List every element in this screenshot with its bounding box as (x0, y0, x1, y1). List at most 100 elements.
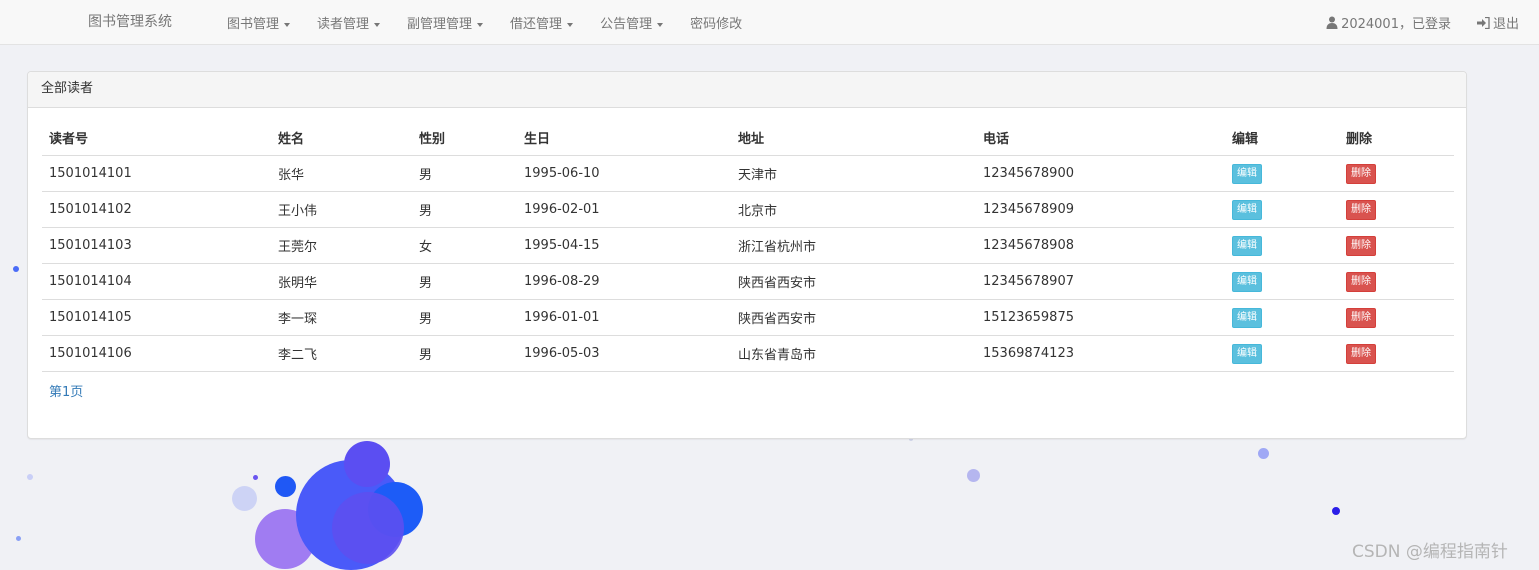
column-header-name: 姓名 (271, 120, 412, 156)
delete-button[interactable]: 删除 (1346, 199, 1376, 220)
edit-button[interactable]: 编辑 (1232, 307, 1262, 328)
caret-down-icon (657, 22, 664, 27)
cell-address: 山东省青岛市 (731, 335, 976, 372)
table-row: 1501014105 李一琛 男 1996-01-01 陕西省西安市 15123… (42, 299, 1454, 336)
cell-birthday: 1996-02-01 (517, 191, 731, 228)
cell-birthday: 1996-05-03 (517, 335, 731, 372)
menu-lending-management[interactable]: 借还管理 (510, 13, 574, 32)
cell-delete: 删除 (1339, 191, 1454, 228)
column-header-birthday: 生日 (517, 120, 731, 156)
table-header-row: 读者号 姓名 性别 生日 地址 电话 编辑 删除 (42, 120, 1454, 156)
decorative-bubble (332, 492, 404, 564)
decorative-bubble (27, 474, 33, 480)
caret-down-icon (477, 22, 484, 27)
column-header-gender: 性别 (412, 120, 517, 156)
decorative-bubble (13, 266, 19, 272)
edit-button[interactable]: 编辑 (1232, 163, 1262, 184)
cell-reader-id: 1501014103 (42, 227, 271, 264)
decorative-bubble (1332, 507, 1340, 515)
panel-title: 全部读者 (28, 72, 1466, 108)
main-menu: 图书管理 读者管理 副管理管理 借还管理 公告管理 密码修改 (227, 0, 769, 45)
cell-gender: 男 (412, 191, 517, 228)
cell-name: 王莞尔 (271, 227, 412, 264)
cell-name: 李一琛 (271, 299, 412, 336)
edit-button[interactable]: 编辑 (1232, 199, 1262, 220)
menu-sub-admin-management[interactable]: 副管理管理 (407, 13, 484, 32)
pagination-page-link[interactable]: 第1页 (49, 381, 83, 400)
readers-table: 读者号 姓名 性别 生日 地址 电话 编辑 删除 1501014101 张华 男… (42, 120, 1454, 372)
caret-down-icon (567, 22, 574, 27)
column-header-phone: 电话 (976, 120, 1225, 156)
menu-notice-management[interactable]: 公告管理 (600, 13, 664, 32)
decorative-bubble (253, 475, 258, 480)
table-row: 1501014102 王小伟 男 1996-02-01 北京市 12345678… (42, 191, 1454, 228)
decorative-bubble (967, 469, 980, 482)
decorative-bubble (1258, 448, 1269, 459)
cell-address: 北京市 (731, 191, 976, 228)
cell-phone: 12345678900 (976, 155, 1225, 192)
cell-edit: 编辑 (1225, 155, 1339, 192)
delete-button[interactable]: 删除 (1346, 343, 1376, 364)
menu-change-password[interactable]: 密码修改 (690, 13, 742, 32)
cell-delete: 删除 (1339, 263, 1454, 300)
cell-phone: 12345678909 (976, 191, 1225, 228)
logout-link[interactable]: 退出 (1476, 13, 1519, 32)
cell-reader-id: 1501014105 (42, 299, 271, 336)
cell-birthday: 1995-06-10 (517, 155, 731, 192)
cell-delete: 删除 (1339, 335, 1454, 372)
edit-button[interactable]: 编辑 (1232, 235, 1262, 256)
cell-reader-id: 1501014104 (42, 263, 271, 300)
table-row: 1501014106 李二飞 男 1996-05-03 山东省青岛市 15369… (42, 335, 1454, 372)
readers-panel: 全部读者 读者号 姓名 性别 生日 地址 电话 编辑 删除 1501014101… (27, 71, 1467, 439)
cell-edit: 编辑 (1225, 263, 1339, 300)
cell-phone: 12345678907 (976, 263, 1225, 300)
cell-gender: 男 (412, 263, 517, 300)
cell-phone: 15123659875 (976, 299, 1225, 336)
delete-button[interactable]: 删除 (1346, 163, 1376, 184)
cell-delete: 删除 (1339, 299, 1454, 336)
cell-birthday: 1996-08-29 (517, 263, 731, 300)
cell-birthday: 1996-01-01 (517, 299, 731, 336)
table-row: 1501014103 王莞尔 女 1995-04-15 浙江省杭州市 12345… (42, 227, 1454, 264)
current-user[interactable]: 2024001，已登录 (1326, 13, 1451, 32)
cell-edit: 编辑 (1225, 335, 1339, 372)
column-header-edit: 编辑 (1225, 120, 1339, 156)
top-navbar: 图书管理系统 图书管理 读者管理 副管理管理 借还管理 公告管理 密码修改 20… (0, 0, 1539, 45)
brand-title[interactable]: 图书管理系统 (88, 0, 172, 45)
cell-birthday: 1995-04-15 (517, 227, 731, 264)
cell-address: 天津市 (731, 155, 976, 192)
decorative-bubble (344, 441, 390, 487)
cell-edit: 编辑 (1225, 227, 1339, 264)
caret-down-icon (374, 22, 381, 27)
cell-name: 张华 (271, 155, 412, 192)
edit-button[interactable]: 编辑 (1232, 271, 1262, 292)
edit-button[interactable]: 编辑 (1232, 343, 1262, 364)
cell-reader-id: 1501014101 (42, 155, 271, 192)
cell-name: 张明华 (271, 263, 412, 300)
menu-reader-management[interactable]: 读者管理 (317, 13, 381, 32)
decorative-bubble (16, 536, 21, 541)
delete-button[interactable]: 删除 (1346, 307, 1376, 328)
menu-book-management[interactable]: 图书管理 (227, 13, 291, 32)
decorative-bubble (275, 476, 296, 497)
cell-delete: 删除 (1339, 155, 1454, 192)
cell-name: 王小伟 (271, 191, 412, 228)
cell-name: 李二飞 (271, 335, 412, 372)
nav-right: 2024001，已登录 退出 (1326, 0, 1519, 45)
delete-button[interactable]: 删除 (1346, 271, 1376, 292)
log-in-icon (1476, 16, 1490, 29)
cell-phone: 12345678908 (976, 227, 1225, 264)
column-header-delete: 删除 (1339, 120, 1454, 156)
user-status-text: 2024001，已登录 (1341, 17, 1451, 32)
cell-gender: 男 (412, 335, 517, 372)
cell-edit: 编辑 (1225, 191, 1339, 228)
column-header-address: 地址 (731, 120, 976, 156)
cell-delete: 删除 (1339, 227, 1454, 264)
cell-edit: 编辑 (1225, 299, 1339, 336)
cell-reader-id: 1501014106 (42, 335, 271, 372)
delete-button[interactable]: 删除 (1346, 235, 1376, 256)
user-icon (1326, 16, 1338, 29)
logout-label: 退出 (1492, 17, 1519, 32)
cell-phone: 15369874123 (976, 335, 1225, 372)
column-header-reader-id: 读者号 (42, 120, 271, 156)
